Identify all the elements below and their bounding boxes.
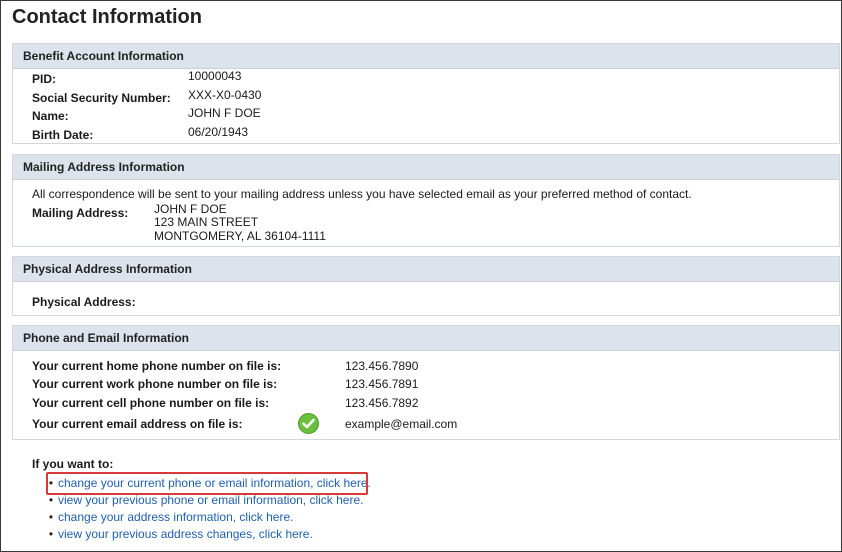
- physical-address-panel: Physical Address Information: [12, 256, 840, 316]
- benefit-account-header: Benefit Account Information: [13, 44, 839, 69]
- check-circle-icon-glyph: [302, 418, 315, 429]
- highlight-box: [46, 472, 368, 495]
- list-item: • change your address information, click …: [44, 509, 371, 526]
- ssn-value: XXX-X0-0430: [188, 88, 262, 102]
- name-value: JOHN F DOE: [188, 106, 261, 120]
- phone-email-header: Phone and Email Information: [13, 326, 839, 351]
- email-value: example@email.com: [345, 417, 458, 431]
- mailing-note: All correspondence will be sent to your …: [32, 187, 692, 201]
- pid-label: PID:: [32, 72, 56, 86]
- cell-phone-label: Your current cell phone number on file i…: [32, 396, 270, 410]
- email-label: Your current email address on file is:: [32, 417, 243, 431]
- home-phone-label: Your current home phone number on file i…: [32, 359, 282, 373]
- view-previous-phone-email-link[interactable]: view your previous phone or email inform…: [58, 493, 363, 507]
- birth-date-value: 06/20/1943: [188, 125, 249, 139]
- birth-date-label: Birth Date:: [32, 128, 94, 142]
- cell-phone-value: 123.456.7892: [345, 396, 419, 410]
- pid-value: 10000043: [188, 69, 242, 83]
- work-phone-value: 123.456.7891: [345, 377, 419, 391]
- mailing-address-label: Mailing Address:: [32, 206, 129, 220]
- work-phone-label: Your current work phone number on file i…: [32, 377, 278, 391]
- check-circle-icon: [298, 413, 319, 434]
- mailing-address-line3: MONTGOMERY, AL 36104-1111: [154, 229, 326, 243]
- list-item: • view your previous address changes, cli…: [44, 526, 371, 543]
- home-phone-value: 123.456.7890: [345, 359, 419, 373]
- actions-heading: If you want to:: [32, 457, 114, 471]
- mailing-address-line1: JOHN F DOE: [154, 202, 227, 216]
- change-address-link[interactable]: change your address information, click h…: [58, 510, 293, 524]
- name-label: Name:: [32, 109, 69, 123]
- page-title: Contact Information: [12, 6, 202, 28]
- bullet: •: [48, 510, 54, 524]
- physical-address-header: Physical Address Information: [13, 257, 839, 282]
- mailing-address-line2: 123 MAIN STREET: [154, 215, 259, 229]
- view-previous-address-link[interactable]: view your previous address changes, clic…: [58, 527, 313, 541]
- mailing-address-header: Mailing Address Information: [13, 155, 839, 180]
- bullet: •: [48, 527, 54, 541]
- action-links: If you want to: • change your current pho…: [20, 457, 371, 543]
- ssn-label: Social Security Number:: [32, 91, 171, 105]
- physical-address-label: Physical Address:: [32, 295, 136, 309]
